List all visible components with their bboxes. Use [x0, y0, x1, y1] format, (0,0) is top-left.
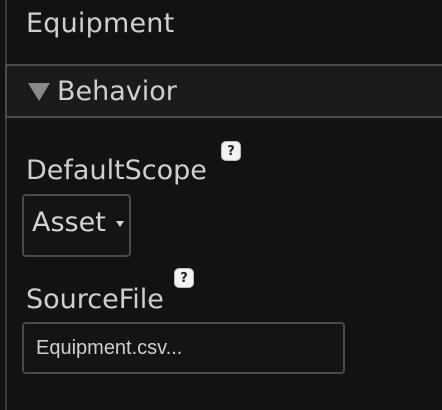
source-file-label: SourceFile [26, 284, 164, 315]
panel-title: Equipment [26, 8, 175, 39]
section-header-behavior[interactable]: Behavior [5, 64, 442, 118]
default-scope-select-value: Asset [32, 207, 106, 238]
source-file-input[interactable] [22, 322, 345, 374]
triangle-down-icon[interactable] [28, 83, 50, 101]
caret-down-icon [116, 221, 124, 227]
panel-left-border [5, 0, 7, 410]
default-scope-select[interactable]: Asset [22, 194, 131, 257]
help-question-icon[interactable]: ? [221, 141, 241, 161]
help-question-icon[interactable]: ? [174, 268, 194, 288]
default-scope-label: DefaultScope [26, 155, 207, 186]
section-label: Behavior [57, 76, 177, 107]
properties-panel: Equipment Behavior DefaultScope ? Asset … [0, 0, 442, 410]
